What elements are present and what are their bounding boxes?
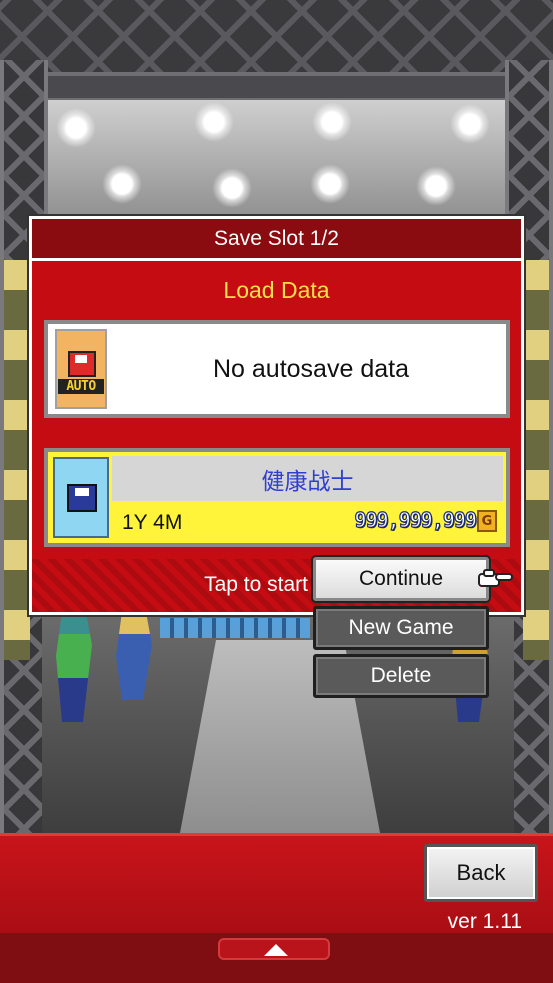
slot-player-name: 健康战士	[261, 467, 354, 494]
spotlight-icon	[416, 166, 456, 206]
arrow-up-icon	[264, 944, 288, 956]
version-label: ver 1.11	[447, 910, 522, 933]
spotlight-icon	[212, 168, 252, 208]
spotlight-icon	[450, 104, 490, 144]
autosave-slot[interactable]: AUTO No autosave data	[44, 320, 510, 418]
new-game-button[interactable]: New Game	[313, 606, 489, 650]
spotlight-wall	[42, 100, 514, 220]
delete-button[interactable]: Delete	[313, 654, 489, 698]
slot-icon	[53, 457, 109, 538]
dialog-title: Save Slot 1/2	[32, 219, 521, 261]
marquee-lights-left	[4, 260, 30, 660]
load-data-heading: Load Data	[223, 277, 330, 303]
stage-arch	[28, 72, 518, 102]
spotlight-icon	[102, 164, 142, 204]
tap-to-start-hint: Tap to start	[204, 573, 308, 596]
gold-coin-icon: G	[477, 510, 497, 532]
continue-button[interactable]: Continue	[313, 557, 489, 601]
spotlight-icon	[312, 102, 352, 142]
spotlight-icon	[310, 164, 350, 204]
runway-rail	[160, 618, 310, 638]
pointing-hand-icon	[478, 569, 513, 587]
autosave-icon: AUTO	[55, 329, 107, 409]
save-slot-dialog: Save Slot 1/2 Load Data AUTO No autosave…	[29, 216, 524, 615]
save-slot-1[interactable]: 健康战士 1Y 4M 999,999,999 G	[44, 448, 510, 547]
auto-badge: AUTO	[58, 379, 104, 394]
floppy-disk-red-icon	[68, 351, 96, 377]
spotlight-icon	[56, 108, 96, 148]
marquee-lights-right	[523, 260, 549, 660]
slot-play-time: 1Y 4M	[122, 511, 183, 534]
spotlight-icon	[194, 102, 234, 142]
slot-gold-amount: 999,999,999	[354, 507, 478, 532]
autosave-message: No autosave data	[213, 354, 409, 383]
back-button[interactable]: Back	[424, 844, 538, 902]
floppy-disk-blue-icon	[67, 484, 97, 512]
